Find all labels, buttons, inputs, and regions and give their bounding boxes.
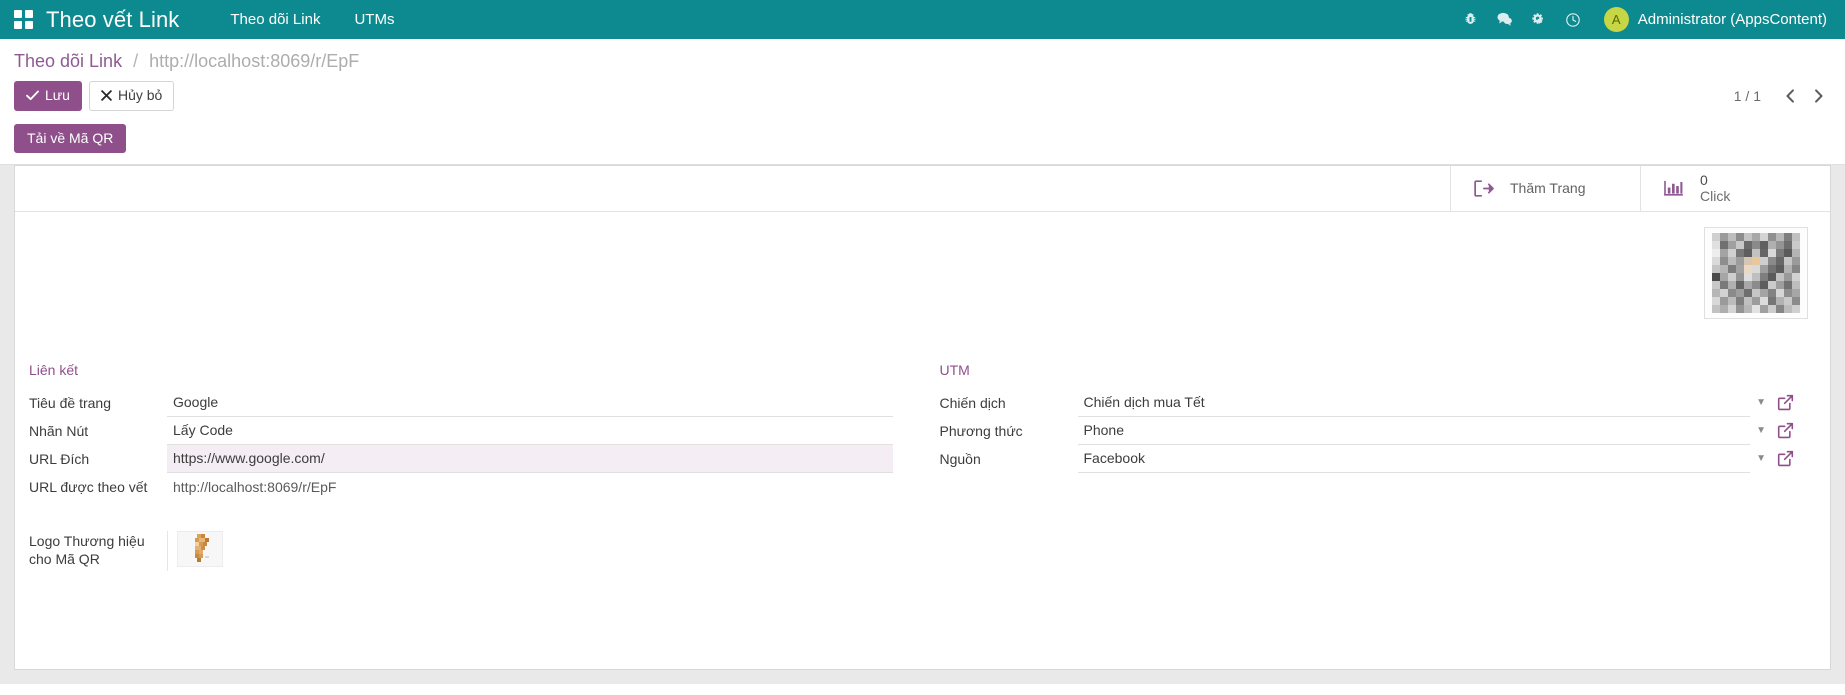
bug-icon[interactable] <box>1454 0 1488 39</box>
control-panel: Theo dõi Link / http://localhost:8069/r/… <box>0 39 1845 165</box>
app-brand-title[interactable]: Theo vết Link <box>46 7 213 33</box>
field-button-label-label: Nhãn Nút <box>29 417 167 441</box>
breadcrumb-row: Theo dõi Link / http://localhost:8069/r/… <box>14 39 1831 76</box>
brand-logo-upload[interactable] <box>177 531 223 567</box>
chevron-right-icon <box>1813 89 1824 103</box>
discard-button-label: Hủy bỏ <box>118 87 162 104</box>
bar-chart-icon <box>1663 179 1684 198</box>
qr-code-preview[interactable] <box>1704 227 1808 319</box>
menu-item-theo-doi-link[interactable]: Theo dõi Link <box>213 0 337 39</box>
internal-link-icon[interactable] <box>1775 394 1794 411</box>
download-qr-button[interactable]: Tải về Mã QR <box>14 124 126 153</box>
field-campaign: Chiến dịch ▼ <box>940 389 1795 417</box>
save-button-label: Lưu <box>45 87 70 104</box>
field-target-url-label: URL Đích <box>29 445 167 469</box>
navbar-systray: A Administrator (AppsContent) <box>1454 0 1831 39</box>
action-buttons-row: Lưu Hủy bỏ 1 / 1 <box>14 76 1831 120</box>
apps-menu-toggle[interactable] <box>0 0 46 39</box>
pager-value: 1 / 1 <box>1734 88 1775 104</box>
field-medium-label: Phương thức <box>940 417 1078 441</box>
gears-icon[interactable] <box>1522 0 1556 39</box>
field-target-url: URL Đích <box>29 445 893 473</box>
field-target-url-value <box>167 445 893 473</box>
pager-previous-button[interactable] <box>1777 83 1803 109</box>
top-navbar: Theo vết Link Theo dõi Link UTMs <box>0 0 1845 39</box>
group-title-link: Liên kết <box>29 362 893 389</box>
button-label-input[interactable] <box>167 417 893 445</box>
sheet-background: Thăm Trang 0 Click <box>0 165 1845 684</box>
external-link-icon <box>1473 179 1494 198</box>
form-sheet: Thăm Trang 0 Click <box>14 165 1831 670</box>
grid-apps-icon <box>14 10 33 29</box>
caret-down-icon[interactable]: ▼ <box>1750 397 1775 408</box>
breadcrumb: Theo dõi Link / http://localhost:8069/r/… <box>14 51 359 72</box>
page-title-input[interactable] <box>167 389 893 417</box>
field-campaign-value: ▼ <box>1078 389 1795 417</box>
field-tracked-url: URL được theo vết http://localhost:8069/… <box>29 473 893 501</box>
field-tracked-url-value: http://localhost:8069/r/EpF <box>167 473 893 501</box>
user-menu[interactable]: A Administrator (AppsContent) <box>1590 0 1831 39</box>
stat-button-clicks-value: 0 <box>1700 172 1708 188</box>
field-campaign-label: Chiến dịch <box>940 389 1078 413</box>
user-name: Administrator (AppsContent) <box>1638 11 1827 28</box>
menu-item-utms[interactable]: UTMs <box>337 0 411 39</box>
field-brand-logo: Logo Thương hiệu cho Mã QR <box>29 531 893 571</box>
field-divider <box>167 531 168 571</box>
caret-down-icon[interactable]: ▼ <box>1750 425 1775 436</box>
save-button[interactable]: Lưu <box>14 81 82 111</box>
field-medium-value: ▼ <box>1078 417 1795 445</box>
field-source-value: ▼ <box>1078 445 1795 473</box>
breadcrumb-current: http://localhost:8069/r/EpF <box>149 51 359 71</box>
field-page-title-value <box>167 389 893 417</box>
breadcrumb-separator: / <box>127 51 144 71</box>
pager: 1 / 1 <box>1734 83 1831 109</box>
source-input[interactable] <box>1078 445 1751 473</box>
field-source-label: Nguồn <box>940 445 1078 469</box>
check-icon <box>26 90 39 101</box>
field-page-title-label: Tiêu đề trang <box>29 389 167 413</box>
brand-logo-thumbnail <box>187 534 213 564</box>
field-source: Nguồn ▼ <box>940 445 1795 473</box>
pager-next-button[interactable] <box>1805 83 1831 109</box>
group-title-utm: UTM <box>940 362 1795 389</box>
field-medium: Phương thức ▼ <box>940 417 1795 445</box>
navbar-menu: Theo dõi Link UTMs <box>213 0 411 39</box>
field-tracked-url-label: URL được theo vết <box>29 473 167 497</box>
field-button-label: Nhãn Nút <box>29 417 893 445</box>
qr-download-row: Tải về Mã QR <box>14 120 1831 164</box>
stat-button-box: Thăm Trang 0 Click <box>15 166 1830 212</box>
medium-input[interactable] <box>1078 417 1751 445</box>
discard-button[interactable]: Hủy bỏ <box>89 81 174 111</box>
stat-button-clicks[interactable]: 0 Click <box>1640 166 1830 211</box>
stat-button-clicks-text: 0 Click <box>1700 172 1730 204</box>
qr-code-image <box>1712 233 1800 313</box>
stat-button-visit-page-label: Thăm Trang <box>1510 180 1585 196</box>
form-group-link: Liên kết Tiêu đề trang Nhãn Nút URL Đích <box>29 362 923 571</box>
chat-bubble-icon[interactable] <box>1488 0 1522 39</box>
field-brand-logo-label: Logo Thương hiệu cho Mã QR <box>29 531 167 569</box>
field-button-label-value <box>167 417 893 445</box>
form-group-utm: UTM Chiến dịch ▼ <box>923 362 1817 571</box>
stat-button-clicks-label: Click <box>1700 188 1730 204</box>
field-page-title: Tiêu đề trang <box>29 389 893 417</box>
caret-down-icon[interactable]: ▼ <box>1750 453 1775 464</box>
campaign-input[interactable] <box>1078 389 1751 417</box>
clock-icon[interactable] <box>1556 0 1590 39</box>
internal-link-icon[interactable] <box>1775 422 1794 439</box>
chevron-left-icon <box>1785 89 1796 103</box>
form-groups: Liên kết Tiêu đề trang Nhãn Nút URL Đích <box>15 362 1830 571</box>
stat-button-visit-page[interactable]: Thăm Trang <box>1450 166 1640 211</box>
internal-link-icon[interactable] <box>1775 450 1794 467</box>
target-url-input[interactable] <box>167 445 893 473</box>
tracked-url-text: http://localhost:8069/r/EpF <box>167 473 893 501</box>
close-icon <box>101 90 112 101</box>
avatar: A <box>1604 7 1629 32</box>
breadcrumb-root[interactable]: Theo dõi Link <box>14 51 122 71</box>
